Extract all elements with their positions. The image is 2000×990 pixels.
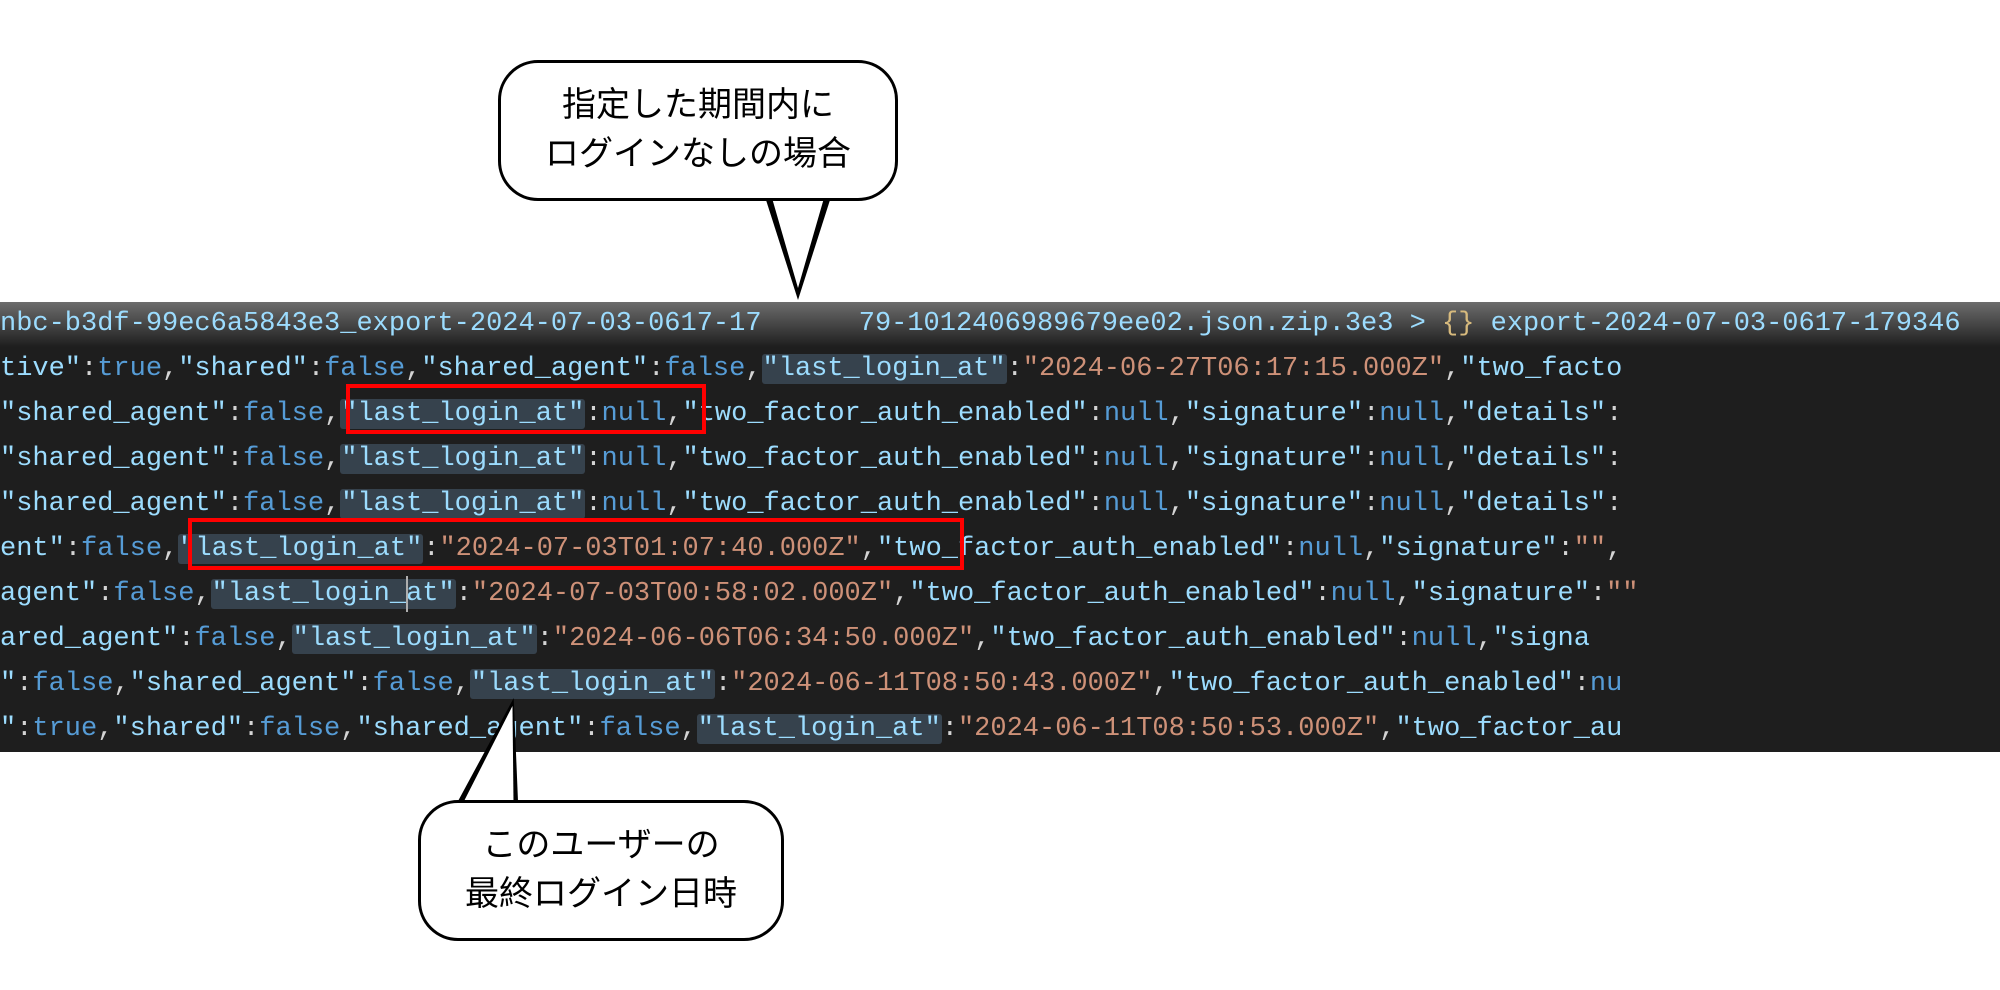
code-line: ":true,"shared":false,"shared_agent":fal… <box>0 707 2000 752</box>
callout-text: このユーザーの <box>465 821 737 870</box>
code-line: "shared_agent":false,"last_login_at":nul… <box>0 437 2000 482</box>
code-line: tive":true,"shared":false,"shared_agent"… <box>0 347 2000 392</box>
code-editor[interactable]: nbc-b3df-99ec6a5843e3_export-2024-07-03-… <box>0 302 2000 752</box>
callout-text: ログインなしの場合 <box>545 130 851 179</box>
text-cursor <box>406 576 408 612</box>
callout-text: 指定した期間内に <box>545 81 851 130</box>
code-line: ent":false,"last_login_at":"2024-07-03T0… <box>0 527 2000 572</box>
callout-text: 最終ログイン日時 <box>465 870 737 919</box>
callout-no-login-in-period: 指定した期間内に ログインなしの場合 <box>498 60 898 201</box>
callout-tail-icon <box>772 198 824 288</box>
code-line: "shared_agent":false,"last_login_at":nul… <box>0 392 2000 437</box>
code-line: ":false,"shared_agent":false,"last_login… <box>0 662 2000 707</box>
editor-tab-path: nbc-b3df-99ec6a5843e3_export-2024-07-03-… <box>0 302 2000 347</box>
callout-user-last-login: このユーザーの 最終ログイン日時 <box>418 800 784 941</box>
code-line: agent":false,"last_login_at":"2024-07-03… <box>0 572 2000 617</box>
code-line: ared_agent":false,"last_login_at":"2024-… <box>0 617 2000 662</box>
code-line: "shared_agent":false,"last_login_at":nul… <box>0 482 2000 527</box>
